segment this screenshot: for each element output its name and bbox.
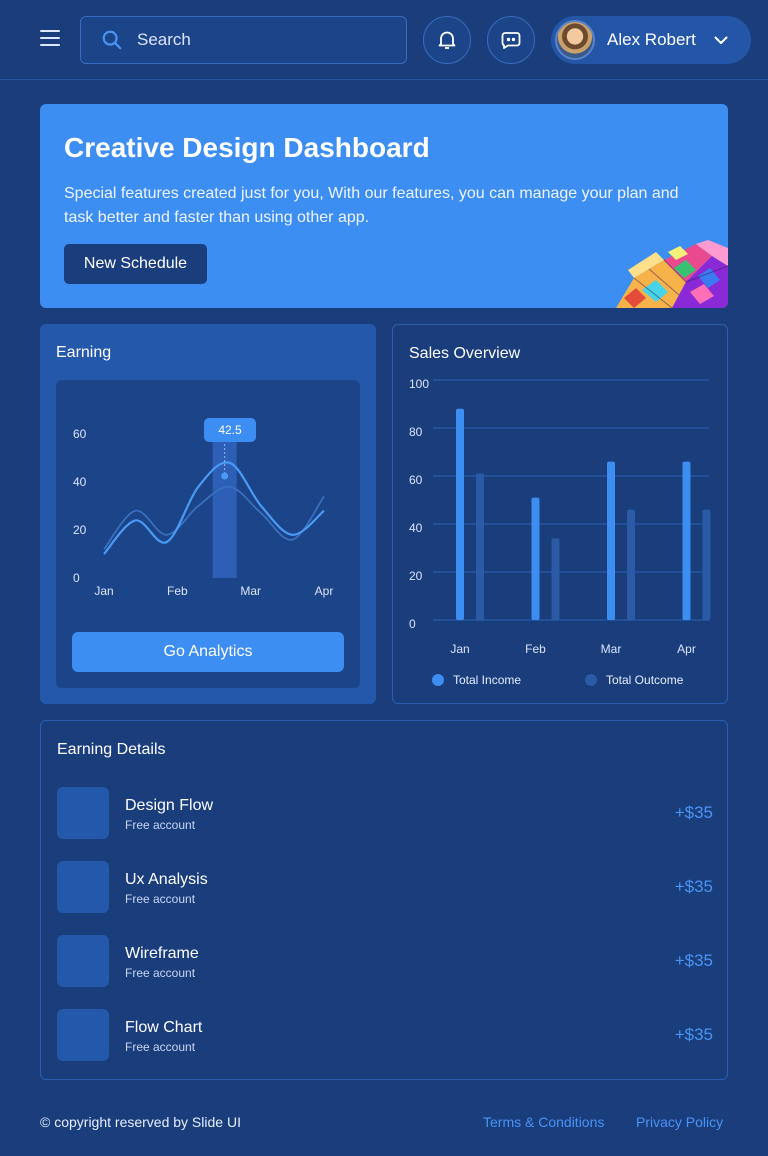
- legend-income-label: Total Income: [453, 673, 521, 687]
- sales-overview-card: Sales Overview 0 20 40 60 80 100 Jan Feb Mar Apr To…: [392, 324, 728, 704]
- item-subtitle: Free account: [125, 1040, 196, 1054]
- chat-icon: [501, 32, 521, 49]
- menu-icon[interactable]: [40, 30, 62, 50]
- y-tick-label: 20: [73, 523, 87, 537]
- x-tick-label: Feb: [525, 642, 546, 656]
- highlight-band: [212, 438, 237, 578]
- x-tick-label: Jan: [94, 584, 113, 598]
- banner-description: Special features created just for you, W…: [64, 185, 679, 226]
- legend-outcome-label: Total Outcome: [606, 673, 684, 687]
- bar-outcome: [551, 538, 560, 620]
- bar-income: [456, 408, 464, 620]
- highlight-point: [221, 472, 229, 480]
- item-name: Flow Chart: [125, 1019, 203, 1036]
- item-subtitle: Free account: [125, 892, 196, 906]
- y-tick-label: 40: [409, 521, 423, 535]
- bar-outcome: [702, 509, 711, 620]
- legend-outcome-dot: [585, 674, 597, 686]
- copyright-text: © copyright reserved by Slide UI: [40, 1114, 241, 1130]
- top-bar: Alex Robert: [0, 0, 768, 80]
- item-subtitle: Free account: [125, 966, 196, 980]
- item-name: Ux Analysis: [125, 871, 208, 888]
- bell-icon: [438, 31, 456, 49]
- x-tick-label: Mar: [240, 584, 261, 598]
- hero-banner: Creative Design Dashboard Special featur…: [40, 104, 728, 308]
- y-tick-label: 20: [409, 569, 423, 583]
- legend-income-dot: [432, 674, 444, 686]
- search-box[interactable]: [80, 16, 407, 64]
- y-tick-label: 60: [73, 427, 87, 441]
- go-analytics-button[interactable]: Go Analytics: [72, 632, 344, 672]
- bar-income: [607, 461, 615, 620]
- terms-link[interactable]: Terms & Conditions: [483, 1114, 604, 1130]
- x-tick-label: Apr: [677, 642, 696, 656]
- x-tick-label: Mar: [601, 642, 622, 656]
- bar-income: [531, 497, 540, 620]
- new-schedule-button[interactable]: New Schedule: [64, 244, 207, 284]
- y-tick-label: 100: [409, 377, 429, 391]
- earning-card: Earning 0 20 40 60 Jan Feb Mar Apr 42.5 Go Anal…: [40, 324, 376, 704]
- sales-bar-chart: Sales Overview 0 20 40 60 80 100 Jan Feb Mar Apr To…: [409, 345, 711, 687]
- item-thumbnail: [57, 1009, 109, 1061]
- list-item[interactable]: Wireframe Free account +$35: [57, 935, 713, 987]
- list-item[interactable]: Design Flow Free account +$35: [57, 787, 713, 839]
- message-button[interactable]: [487, 16, 535, 64]
- search-input[interactable]: [137, 30, 377, 50]
- earning-details-card: Earning Details Design Flow Free account…: [40, 720, 728, 1080]
- user-name: Alex Robert: [607, 30, 696, 49]
- y-tick-label: 40: [73, 475, 87, 489]
- item-thumbnail: [57, 861, 109, 913]
- item-thumbnail: [57, 935, 109, 987]
- y-tick-label: 0: [73, 571, 80, 585]
- item-amount: +$35: [674, 951, 713, 970]
- y-tick-label: 60: [409, 473, 423, 487]
- banner-title: Creative Design Dashboard: [64, 132, 430, 163]
- item-amount: +$35: [674, 803, 713, 822]
- avatar: [555, 20, 595, 60]
- earning-line-chart: 0 20 40 60 Jan Feb Mar Apr: [73, 427, 334, 598]
- list-item[interactable]: Flow Chart Free account +$35: [57, 1009, 713, 1061]
- bar-income: [682, 461, 691, 620]
- notification-button[interactable]: [423, 16, 471, 64]
- chevron-down-icon: [714, 36, 728, 44]
- earning-chart-panel: 0 20 40 60 Jan Feb Mar Apr 42.5 Go Analytics: [56, 380, 360, 688]
- bar-outcome: [476, 473, 484, 620]
- user-menu[interactable]: Alex Robert: [551, 16, 751, 64]
- item-name: Wireframe: [125, 945, 199, 962]
- bar-outcome: [627, 509, 635, 620]
- x-tick-label: Apr: [315, 584, 334, 598]
- list-item[interactable]: Ux Analysis Free account +$35: [57, 861, 713, 913]
- item-thumbnail: [57, 787, 109, 839]
- y-tick-label: 0: [409, 617, 416, 631]
- item-amount: +$35: [674, 1025, 713, 1044]
- earning-details-title: Earning Details: [57, 741, 166, 758]
- x-tick-label: Feb: [167, 584, 188, 598]
- item-amount: +$35: [674, 877, 713, 896]
- search-icon: [102, 30, 122, 50]
- earning-title: Earning: [56, 344, 112, 361]
- item-subtitle: Free account: [125, 818, 196, 832]
- item-name: Design Flow: [125, 797, 214, 814]
- earning-tooltip: 42.5: [204, 418, 256, 442]
- sales-title: Sales Overview: [409, 345, 521, 362]
- privacy-link[interactable]: Privacy Policy: [636, 1114, 723, 1130]
- rubik-cube-illustration: [616, 240, 728, 308]
- x-tick-label: Jan: [450, 642, 469, 656]
- y-tick-label: 80: [409, 425, 423, 439]
